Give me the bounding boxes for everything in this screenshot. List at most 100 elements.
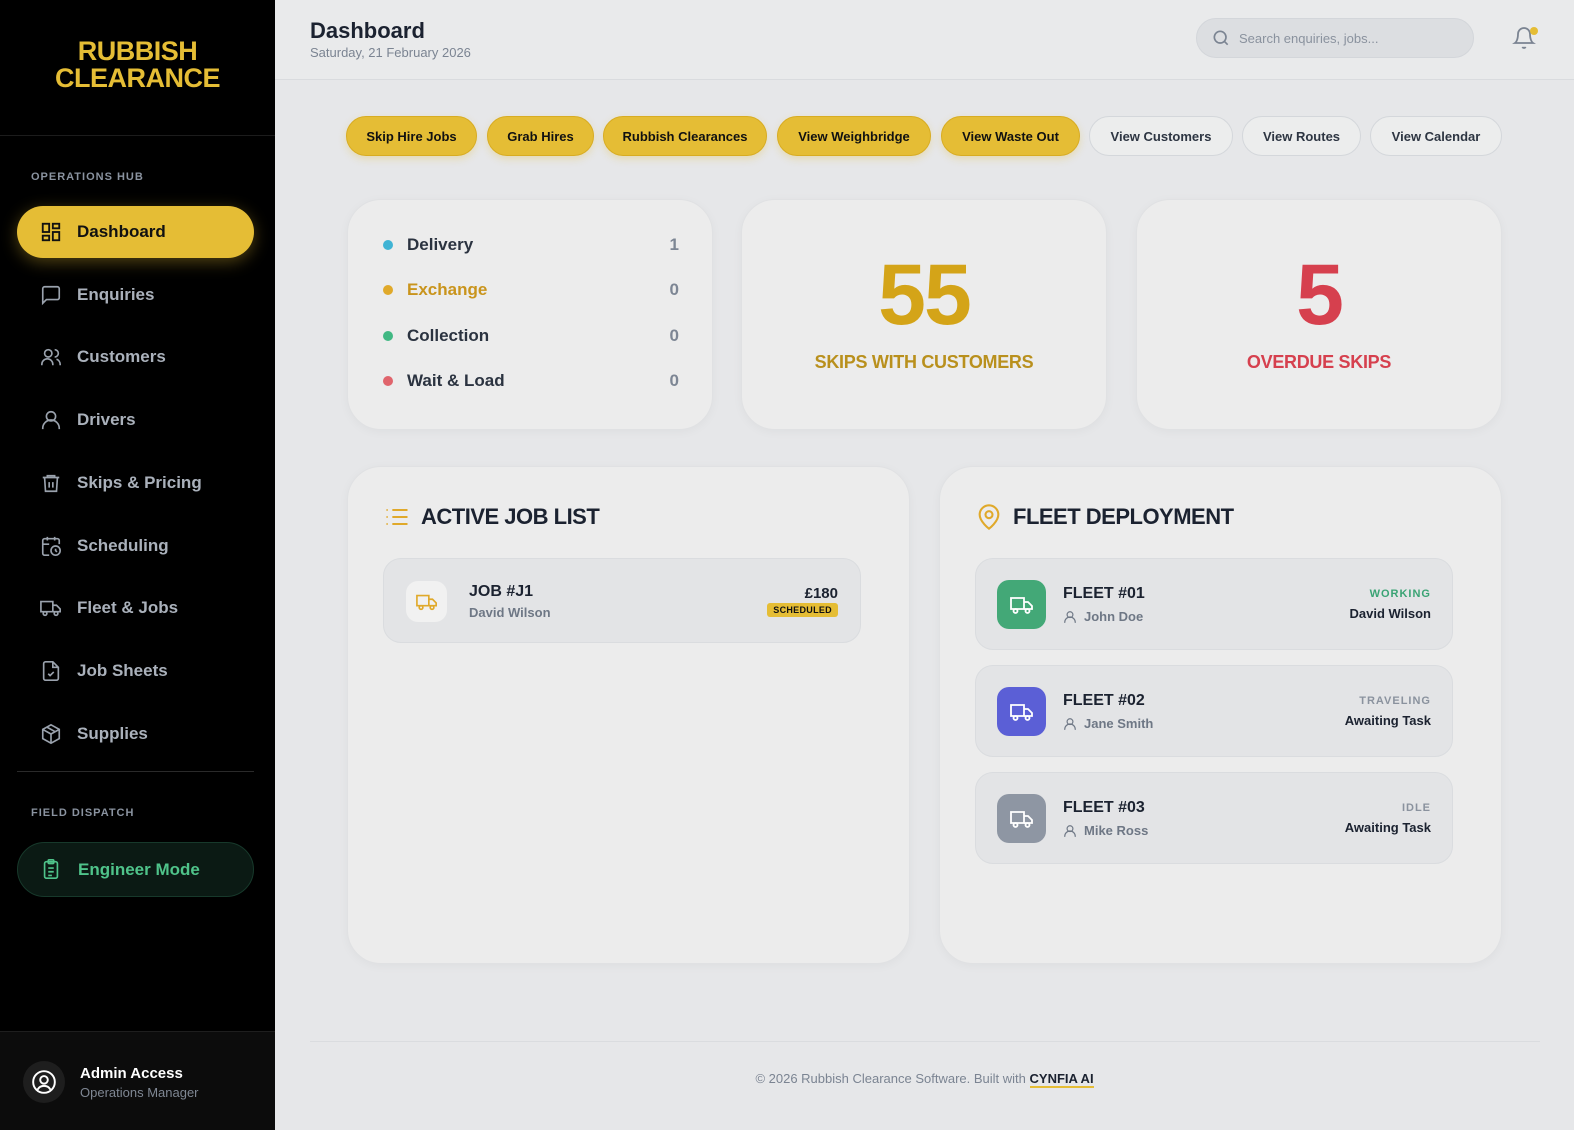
fleet-item-02[interactable]: FLEET #02 Jane Smith TRAVELING Awaiting …: [975, 665, 1453, 757]
user-icon: [1063, 610, 1077, 624]
skips-with-customers-value: 55: [878, 247, 972, 343]
grab-hires-button[interactable]: Grab Hires: [487, 116, 594, 156]
sidebar-item-label: Fleet & Jobs: [77, 598, 179, 617]
overdue-skips-card[interactable]: 5 OVERDUE SKIPS: [1136, 199, 1502, 430]
fleet-driver: Mike Ross: [1063, 823, 1148, 838]
job-type-label: Delivery: [407, 235, 474, 254]
brand-logo[interactable]: RUBBISH CLEARANCE: [0, 38, 275, 92]
fleet-item-01[interactable]: FLEET #01 John Doe WORKING David Wilson: [975, 558, 1453, 650]
sidebar-item-label: Job Sheets: [77, 661, 168, 680]
top-header: Dashboard Saturday, 21 February 2026: [275, 0, 1574, 80]
fleet-driver-name: John Doe: [1084, 609, 1144, 624]
job-id: JOB #J1: [469, 583, 534, 600]
user-circle-icon: [32, 1070, 56, 1094]
sidebar-item-dashboard[interactable]: Dashboard: [17, 206, 254, 258]
fleet-task: David Wilson: [1349, 606, 1431, 621]
brand-line-1: RUBBISH: [77, 36, 198, 66]
message-icon: [39, 283, 63, 307]
sidebar-item-enquiries[interactable]: Enquiries: [17, 269, 254, 321]
package-icon: [39, 722, 63, 746]
job-customer: David Wilson: [469, 605, 551, 620]
status-dot: [383, 376, 393, 386]
map-pin-icon: [975, 503, 1003, 531]
job-type-count: 0: [669, 326, 679, 345]
search-input[interactable]: [1239, 30, 1459, 46]
file-check-icon: [39, 659, 63, 683]
footer: © 2026 Rubbish Clearance Software. Built…: [275, 1071, 1574, 1088]
job-type-exchange[interactable]: Exchange 0: [383, 280, 679, 300]
calendar-clock-icon: [39, 534, 63, 558]
engineer-mode-button[interactable]: Engineer Mode: [17, 842, 254, 897]
fleet-name: FLEET #02: [1063, 692, 1145, 709]
sidebar-item-job-sheets[interactable]: Job Sheets: [17, 645, 254, 697]
search-icon: [1211, 28, 1231, 48]
sidebar-item-label: Drivers: [77, 410, 136, 429]
sidebar-item-fleet-jobs[interactable]: Fleet & Jobs: [17, 582, 254, 634]
panel-title: ACTIVE JOB LIST: [383, 503, 600, 531]
sidebar-item-customers[interactable]: Customers: [17, 331, 254, 383]
job-type-count: 0: [669, 371, 679, 390]
sidebar-item-drivers[interactable]: Drivers: [17, 394, 254, 446]
view-weighbridge-button[interactable]: View Weighbridge: [777, 116, 931, 156]
sidebar-item-label: Customers: [77, 347, 166, 366]
job-type-label: Collection: [407, 326, 490, 345]
sidebar-item-label: Enquiries: [77, 285, 155, 304]
list-item[interactable]: JOB #J1 David Wilson £180 SCHEDULED: [383, 558, 861, 643]
fleet-status: WORKING: [1369, 588, 1431, 600]
page-date: Saturday, 21 February 2026: [310, 45, 471, 60]
panel-title: FLEET DEPLOYMENT: [975, 503, 1234, 531]
job-types-card: Delivery 1 Exchange 0 Collection 0 Wait …: [347, 199, 713, 430]
list-icon: [383, 503, 411, 531]
view-waste-out-button[interactable]: View Waste Out: [941, 116, 1080, 156]
fleet-status: IDLE: [1401, 802, 1431, 814]
fleet-name: FLEET #01: [1063, 585, 1145, 602]
rubbish-clearances-button[interactable]: Rubbish Clearances: [603, 116, 767, 156]
fleet-task: Awaiting Task: [1344, 713, 1431, 728]
status-badge: SCHEDULED: [767, 603, 838, 617]
fleet-name: FLEET #03: [1063, 799, 1145, 816]
clipboard-icon: [40, 858, 64, 882]
user-name: Admin Access: [80, 1065, 183, 1082]
view-customers-button[interactable]: View Customers: [1089, 116, 1233, 156]
job-type-wait-load[interactable]: Wait & Load 0: [383, 371, 679, 391]
view-calendar-button[interactable]: View Calendar: [1370, 116, 1502, 156]
view-routes-button[interactable]: View Routes: [1242, 116, 1361, 156]
job-type-count: 1: [669, 235, 679, 254]
fleet-status: TRAVELING: [1359, 695, 1431, 707]
divider: [310, 1041, 1540, 1042]
user-icon: [1063, 824, 1077, 838]
fleet-driver: John Doe: [1063, 609, 1143, 624]
job-type-delivery[interactable]: Delivery 1: [383, 235, 679, 255]
fleet-deployment-panel: FLEET DEPLOYMENT FLEET #01 John Doe WORK…: [939, 466, 1502, 964]
fleet-item-03[interactable]: FLEET #03 Mike Ross IDLE Awaiting Task: [975, 772, 1453, 864]
brand-line-2: CLEARANCE: [54, 63, 221, 93]
sidebar-item-label: Supplies: [77, 724, 148, 743]
user-icon: [1063, 717, 1077, 731]
sidebar-item-scheduling[interactable]: Scheduling: [17, 520, 254, 572]
section-label-operations: OPERATIONS HUB: [31, 171, 144, 183]
sidebar-item-supplies[interactable]: Supplies: [17, 708, 254, 760]
fleet-driver-name: Mike Ross: [1084, 823, 1149, 838]
fleet-driver: Jane Smith: [1063, 716, 1153, 731]
skips-with-customers-card[interactable]: 55 SKIPS WITH CUSTOMERS: [741, 199, 1107, 430]
sidebar-item-skips-pricing[interactable]: Skips & Pricing: [17, 457, 254, 509]
user-profile[interactable]: Admin Access Operations Manager: [0, 1031, 275, 1130]
section-label-field-dispatch: FIELD DISPATCH: [31, 807, 135, 819]
job-price: £180: [804, 585, 838, 602]
engineer-mode-label: Engineer Mode: [78, 859, 200, 879]
job-type-collection[interactable]: Collection 0: [383, 326, 679, 346]
skips-with-customers-label: SKIPS WITH CUSTOMERS: [814, 352, 1034, 372]
fleet-deployment-title: FLEET DEPLOYMENT: [1013, 504, 1234, 529]
skip-hire-jobs-button[interactable]: Skip Hire Jobs: [346, 116, 477, 156]
page-title: Dashboard: [310, 18, 425, 43]
footer-link[interactable]: CYNFIA AI: [1029, 1071, 1094, 1088]
sidebar-item-label: Scheduling: [77, 536, 169, 555]
active-job-list-panel: ACTIVE JOB LIST JOB #J1 David Wilson £18…: [347, 466, 910, 964]
truck-icon: [997, 580, 1046, 629]
search-bar[interactable]: [1196, 18, 1474, 58]
footer-text: © 2026 Rubbish Clearance Software. Built…: [755, 1071, 1026, 1086]
sidebar: RUBBISH CLEARANCE OPERATIONS HUB Dashboa…: [0, 0, 275, 1130]
sidebar-item-label: Skips & Pricing: [77, 473, 202, 492]
notification-dot: [1530, 27, 1538, 35]
job-type-count: 0: [669, 280, 679, 299]
